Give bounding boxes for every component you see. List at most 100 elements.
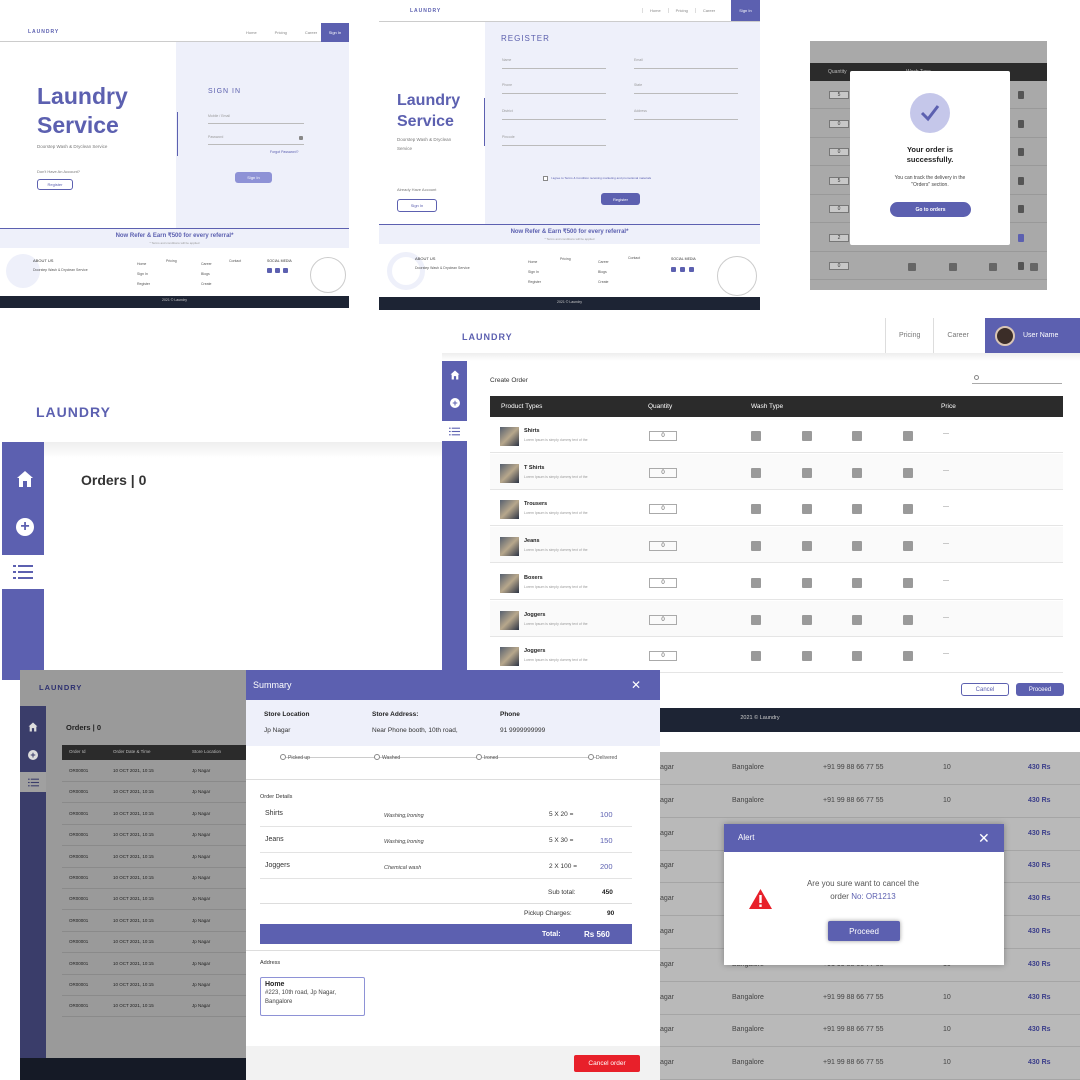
instagram-icon[interactable] <box>680 267 685 272</box>
quantity-input[interactable]: 0 <box>829 119 849 128</box>
footer-create[interactable]: Create <box>201 279 212 289</box>
home-icon[interactable] <box>450 370 460 380</box>
footer-register[interactable]: Register <box>137 279 150 289</box>
cancel-order-button[interactable]: Cancel order <box>574 1055 640 1072</box>
password-field[interactable]: Password <box>208 135 304 145</box>
table-row[interactable] <box>62 847 252 868</box>
iron-icon[interactable] <box>802 651 813 662</box>
terms-text[interactable]: I agree to Terms & Condition receiving m… <box>551 176 651 180</box>
nav-signin-button[interactable]: Sign In <box>731 0 760 21</box>
nav-career[interactable]: Career <box>694 8 722 13</box>
iron-icon[interactable] <box>1018 205 1024 213</box>
table-row[interactable] <box>62 954 252 975</box>
iron-icon[interactable] <box>1018 233 1024 242</box>
state-select[interactable]: State <box>634 83 738 94</box>
footer-create[interactable]: Create <box>598 277 609 287</box>
iron-icon[interactable] <box>802 504 813 515</box>
footer-contact[interactable]: Contact <box>628 256 640 260</box>
washing-machine-icon[interactable] <box>751 614 761 625</box>
towel-icon[interactable] <box>852 431 863 441</box>
linkedin-icon[interactable] <box>689 267 694 272</box>
footer-contact[interactable]: Contact <box>229 259 241 263</box>
phone-field[interactable]: Phone <box>502 83 606 94</box>
register-button[interactable]: Register <box>37 179 73 190</box>
mobile-email-field[interactable]: Mobile / Email <box>208 114 304 124</box>
towel-icon[interactable] <box>852 467 863 478</box>
iron-icon[interactable] <box>1018 262 1024 270</box>
alert-proceed-button[interactable]: Proceed <box>828 921 900 941</box>
footer-home[interactable]: Home <box>528 257 541 267</box>
facebook-icon[interactable] <box>267 268 272 273</box>
search-input[interactable] <box>972 374 1062 384</box>
bleach-icon[interactable] <box>1029 263 1038 271</box>
address-card[interactable]: Home #223, 10th road, Jp Nagar, Bangalor… <box>260 977 365 1016</box>
quantity-input[interactable]: 5 <box>829 176 849 185</box>
brand-logo[interactable]: LAUNDRY <box>410 8 441 14</box>
table-row[interactable] <box>62 782 252 804</box>
iron-icon[interactable] <box>1018 176 1024 185</box>
quantity-input[interactable]: 5 <box>829 91 849 99</box>
washing-machine-icon[interactable] <box>751 431 761 441</box>
bleach-icon[interactable] <box>903 504 914 515</box>
quantity-input[interactable]: 0 <box>829 262 849 270</box>
washing-machine-icon[interactable] <box>751 577 761 588</box>
brand-logo[interactable]: LAUNDRY <box>28 29 59 35</box>
quantity-input[interactable]: 0 <box>649 614 677 625</box>
facebook-icon[interactable] <box>671 267 676 272</box>
register-submit-button[interactable]: Register <box>601 193 640 205</box>
table-row[interactable] <box>62 761 252 782</box>
iron-icon[interactable] <box>802 577 813 588</box>
table-row[interactable] <box>62 911 252 932</box>
table-row[interactable] <box>62 825 252 847</box>
quantity-input[interactable]: 0 <box>829 205 849 213</box>
towel-icon[interactable] <box>852 651 863 662</box>
iron-icon[interactable] <box>802 431 813 441</box>
table-row[interactable] <box>62 996 252 1018</box>
brand-logo[interactable]: LAUNDRY <box>39 683 82 692</box>
quantity-input[interactable]: 0 <box>649 431 677 441</box>
district-select[interactable]: District <box>502 109 606 120</box>
quantity-input[interactable]: 0 <box>649 577 677 588</box>
iron-icon[interactable] <box>1018 91 1024 99</box>
footer-blogs[interactable]: Blogs <box>598 267 609 277</box>
nav-career[interactable]: Career <box>933 318 981 353</box>
nav-home[interactable]: Home <box>642 8 668 13</box>
towel-icon[interactable] <box>852 541 863 552</box>
iron-icon[interactable] <box>802 541 813 552</box>
quantity-input[interactable]: 0 <box>829 148 849 156</box>
close-icon[interactable]: ✕ <box>978 830 990 846</box>
washing-machine-icon[interactable] <box>751 467 761 478</box>
footer-career[interactable]: Career <box>598 257 609 267</box>
towel-icon[interactable] <box>852 614 863 625</box>
footer-signin[interactable]: Sign In <box>137 269 150 279</box>
list-icon-active[interactable] <box>2 555 44 589</box>
pincode-field[interactable]: Pincode <box>502 135 606 146</box>
list-icon[interactable] <box>20 772 46 792</box>
quantity-input[interactable]: 0 <box>649 467 677 478</box>
footer-home[interactable]: Home <box>137 259 150 269</box>
nav-career[interactable]: Career <box>305 30 317 35</box>
linkedin-icon[interactable] <box>283 268 288 273</box>
footer-register[interactable]: Register <box>528 277 541 287</box>
iron-icon[interactable] <box>1018 119 1024 128</box>
nav-pricing[interactable]: Pricing <box>885 318 933 353</box>
close-icon[interactable]: ✕ <box>631 678 641 692</box>
forgot-password-link[interactable]: Forgot Password? <box>270 150 298 154</box>
iron-icon[interactable] <box>802 467 813 478</box>
add-icon[interactable]: + <box>28 750 38 760</box>
add-icon[interactable]: + <box>450 398 460 408</box>
bleach-icon[interactable] <box>903 651 914 662</box>
footer-pricing[interactable]: Pricing <box>560 257 571 261</box>
nav-home[interactable]: Home <box>246 30 257 35</box>
table-row[interactable] <box>62 932 252 954</box>
towel-icon[interactable] <box>988 263 997 271</box>
cancel-button[interactable]: Cancel <box>961 683 1009 696</box>
iron-icon[interactable] <box>1018 148 1024 156</box>
nav-pricing[interactable]: Pricing <box>275 30 287 35</box>
terms-checkbox[interactable] <box>543 176 548 181</box>
footer-pricing[interactable]: Pricing <box>166 259 177 263</box>
add-icon[interactable]: + <box>16 518 34 536</box>
brand-logo[interactable]: LAUNDRY <box>462 332 513 342</box>
nav-pricing[interactable]: Pricing <box>667 8 695 13</box>
bleach-icon[interactable] <box>903 577 914 588</box>
